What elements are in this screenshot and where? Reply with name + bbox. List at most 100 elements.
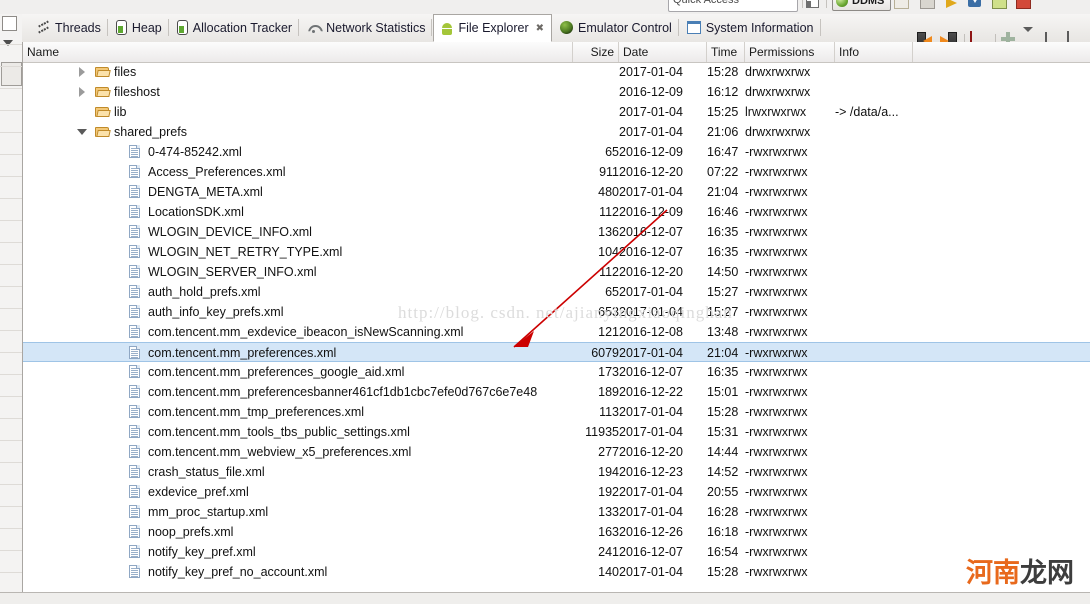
table-row[interactable]: DENGTA_META.xml 480 2017-01-04 21:04 -rwxrwx…	[23, 182, 1090, 202]
column-header-info[interactable]: Info	[835, 42, 913, 62]
table-row[interactable]: fileshost 2016-12-09 16:12 drwxrwxrwx	[23, 82, 1090, 102]
table-row[interactable]: WLOGIN_DEVICE_INFO.xml 136 2016-12-07 16:35…	[23, 222, 1090, 242]
xml-file-icon	[129, 545, 140, 558]
cell-size: 136	[598, 225, 619, 239]
cell-info	[835, 222, 913, 242]
cell-info	[835, 402, 913, 422]
file-name: com.tencent.mm_tools_tbs_public_settings…	[148, 425, 410, 439]
editor-icon[interactable]	[894, 0, 909, 9]
cell-permissions: -rwxrwxrwx	[745, 565, 808, 579]
rail-row-line	[0, 88, 22, 89]
debug-icon[interactable]	[1016, 0, 1031, 9]
table-row[interactable]: crash_status_file.xml 194 2016-12-23 14:52-…	[23, 462, 1090, 482]
column-header-pad[interactable]	[913, 42, 1090, 62]
table-row[interactable]: com.tencent.mm_preferences.xml 6079 2017-0…	[23, 342, 1090, 362]
terminal-icon[interactable]	[992, 0, 1007, 9]
table-row[interactable]: 0-474-85242.xml 65 2016-12-09 16:47 -rwxrwxr…	[23, 142, 1090, 162]
cell-info	[835, 362, 913, 382]
cell-info	[835, 462, 913, 482]
table-row[interactable]: com.tencent.mm_preferencesbanner461cf1db…	[23, 382, 1090, 402]
table-row[interactable]: WLOGIN_NET_RETRY_TYPE.xml 104 2016-12-07 16…	[23, 242, 1090, 262]
table-row[interactable]: exdevice_pref.xml 192 2017-01-04 20:55 -rwxr…	[23, 482, 1090, 502]
table-row[interactable]: notify_key_pref_no_account.xml 140 2017-01…	[23, 562, 1090, 582]
cell-info	[835, 282, 913, 302]
file-name: DENGTA_META.xml	[148, 185, 263, 199]
table-row[interactable]: mm_proc_startup.xml 133 2017-01-04 16:28 -rw…	[23, 502, 1090, 522]
tab-system-information[interactable]: System Information	[680, 14, 821, 41]
cell-time: 14:52	[707, 465, 739, 479]
layout-icon[interactable]	[806, 0, 819, 8]
file-name: com.tencent.mm_preferencesbanner461cf1db…	[148, 385, 538, 399]
cell-date: 2017-01-04	[619, 425, 683, 439]
column-header-name[interactable]: Name	[23, 42, 573, 62]
table-row[interactable]: lib 2017-01-04 15:25 lrwxrwxrwx -> /data/a..…	[23, 102, 1090, 122]
column-header-size[interactable]: Size	[573, 42, 619, 62]
folder-icon	[95, 66, 110, 78]
cell-size: 104	[598, 245, 619, 259]
cell-permissions: -rwxrwxrwx	[745, 346, 808, 360]
table-row[interactable]: auth_hold_prefs.xml 65 2017-01-04 15:27 -rwx…	[23, 282, 1090, 302]
cell-size: 241	[598, 545, 619, 559]
folder-icon	[95, 106, 110, 118]
tab-heap[interactable]: Heap	[109, 14, 169, 41]
tab-network-statistics[interactable]: Network Statistics	[300, 14, 433, 41]
cell-date: 2016-12-20	[619, 445, 683, 459]
close-icon[interactable]: ✖	[536, 23, 544, 34]
rail-row-line	[0, 418, 22, 419]
table-row[interactable]: LocationSDK.xml 112 2016-12-09 16:46 -rwxrwx…	[23, 202, 1090, 222]
emulator-icon	[560, 21, 574, 34]
table-row[interactable]: com.tencent.mm_exdevice_ibeacon_isNewSca…	[23, 322, 1090, 342]
twisty-collapsed-icon[interactable]	[77, 87, 87, 97]
outline-icon[interactable]	[920, 0, 935, 9]
file-table-body[interactable]: files 2017-01-04 15:28 drwxrwxrwx fileshost 2…	[23, 62, 1090, 604]
cell-date: 2017-01-04	[619, 485, 683, 499]
cell-permissions: -rwxrwxrwx	[745, 325, 808, 339]
twisty-collapsed-icon[interactable]	[77, 67, 87, 77]
cell-time: 14:50	[707, 265, 739, 279]
column-header-permissions[interactable]: Permissions	[745, 42, 835, 62]
twisty-expanded-icon[interactable]	[77, 127, 87, 137]
cell-date: 2016-12-08	[619, 325, 683, 339]
ddms-perspective-button[interactable]: DDMS	[832, 0, 892, 11]
table-row[interactable]: WLOGIN_SERVER_INFO.xml 112 2016-12-20 14:50…	[23, 262, 1090, 282]
rail-row-line	[0, 264, 22, 265]
file-name: noop_prefs.xml	[148, 525, 234, 539]
quick-access-placeholder: Quick Access	[673, 0, 740, 6]
cell-size: 173	[598, 365, 619, 379]
cell-permissions: -rwxrwxrwx	[745, 265, 808, 279]
cell-info	[835, 82, 913, 102]
table-row[interactable]: notify_key_pref.xml 241 2016-12-07 16:54 -rw…	[23, 542, 1090, 562]
cell-permissions: -rwxrwxrwx	[745, 405, 808, 419]
column-header-date[interactable]: Date	[619, 42, 707, 62]
cell-info	[835, 482, 913, 502]
cell-time: 16:35	[707, 245, 739, 259]
xml-file-icon	[129, 445, 140, 458]
table-row[interactable]: files 2017-01-04 15:28 drwxrwxrwx	[23, 62, 1090, 82]
rail-restore-icon[interactable]	[2, 16, 17, 31]
tab-threads[interactable]: Threads	[30, 14, 108, 41]
table-row[interactable]: Access_Preferences.xml 911 2016-12-20 07:22…	[23, 162, 1090, 182]
rail-menu-icon[interactable]	[3, 40, 13, 46]
table-row[interactable]: noop_prefs.xml 163 2016-12-26 16:18 -rwxrwxr…	[23, 522, 1090, 542]
cell-permissions: -rwxrwxrwx	[745, 525, 808, 539]
cell-info	[835, 442, 913, 462]
table-row[interactable]: com.tencent.mm_webview_x5_preferences.xm…	[23, 442, 1090, 462]
system-info-icon	[686, 21, 701, 34]
cell-permissions: -rwxrwxrwx	[745, 145, 808, 159]
table-row[interactable]: com.tencent.mm_preferences_google_aid.xm…	[23, 362, 1090, 382]
table-row[interactable]: com.tencent.mm_tools_tbs_public_settings…	[23, 422, 1090, 442]
tab-allocation-tracker[interactable]: Allocation Tracker	[170, 14, 300, 41]
table-row[interactable]: com.tencent.mm_tmp_preferences.xml 113 201…	[23, 402, 1090, 422]
table-row[interactable]: shared_prefs 2017-01-04 21:06 drwxrwxrwx	[23, 122, 1090, 142]
tab-label: Emulator Control	[578, 20, 672, 35]
cell-info	[835, 62, 913, 82]
cell-permissions: -rwxrwxrwx	[745, 305, 808, 319]
bookmark-icon[interactable]	[946, 0, 959, 8]
tab-file-explorer[interactable]: File Explorer ✖	[433, 14, 553, 42]
tab-emulator-control[interactable]: Emulator Control	[553, 14, 679, 41]
column-header-time[interactable]: Time	[707, 42, 745, 62]
xml-file-icon	[129, 385, 140, 398]
toolbar-divider-2	[826, 0, 827, 8]
download-icon[interactable]	[968, 0, 981, 7]
ddms-file-explorer-window: Quick Access DDMS Threads Heap Allocation …	[0, 0, 1090, 604]
